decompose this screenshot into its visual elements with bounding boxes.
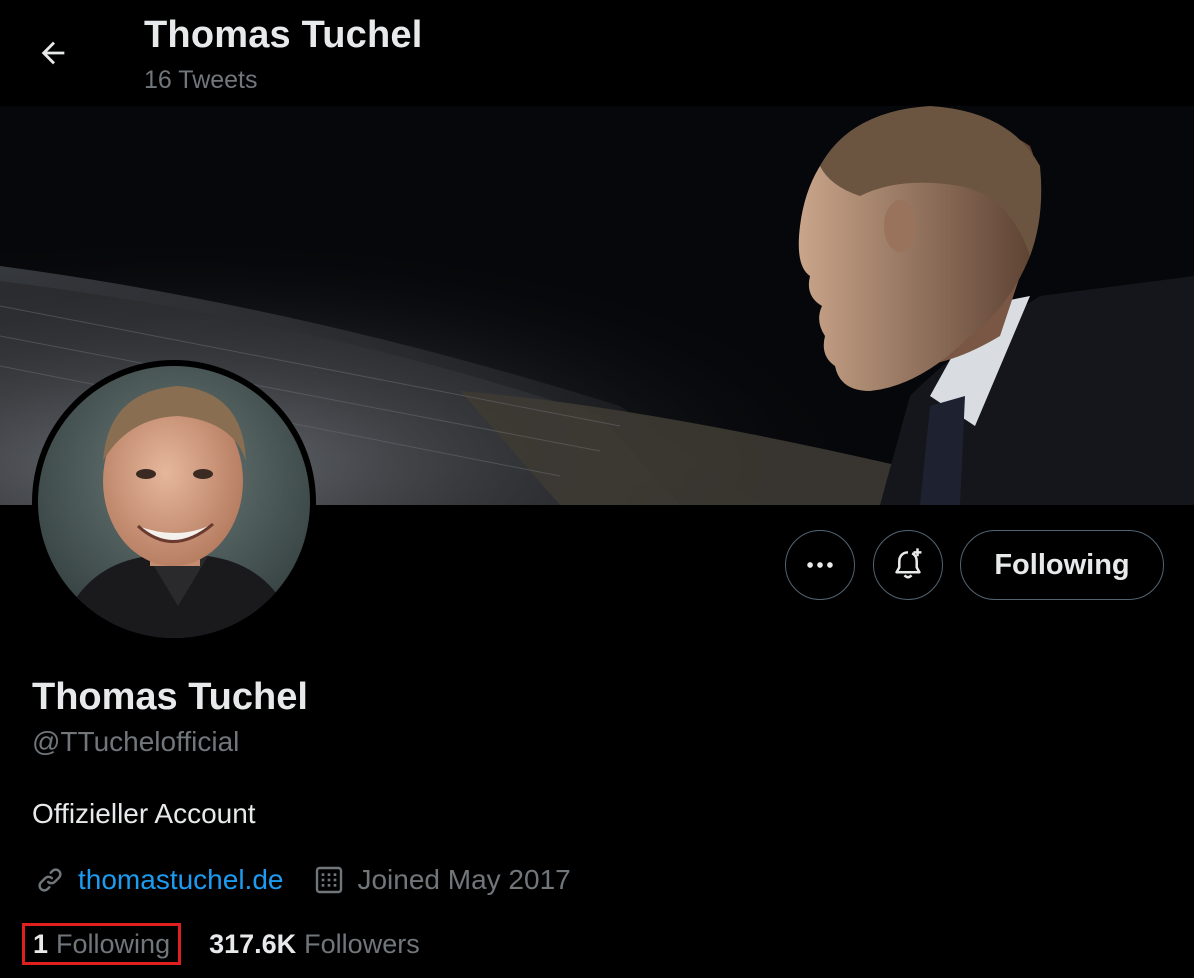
profile-meta: thomastuchel.de Joined May 2017 (32, 860, 571, 900)
header-title: Thomas Tuchel (144, 14, 423, 56)
website-link[interactable]: thomastuchel.de (78, 864, 283, 896)
joined-date: Joined May 2017 (357, 864, 571, 895)
profile-name: Thomas Tuchel (32, 676, 308, 718)
more-button[interactable] (785, 530, 855, 600)
arrow-left-icon (41, 41, 65, 65)
profile-header: Thomas Tuchel 16 Tweets (0, 0, 1194, 106)
following-label: Following (56, 928, 171, 959)
profile-bio: Offizieller Account (32, 798, 256, 829)
back-button[interactable] (22, 22, 84, 84)
tweet-count: 16 Tweets (144, 66, 258, 94)
followers-stat-link[interactable]: 317.6K Followers (209, 929, 420, 960)
link-icon (32, 862, 68, 898)
following-button[interactable]: Following (960, 530, 1164, 600)
followers-count: 317.6K (209, 928, 297, 959)
more-horizontal-icon (807, 562, 833, 568)
profile-stats: 1 Following 317.6K Followers (22, 920, 420, 968)
notifications-button[interactable] (873, 530, 943, 600)
profile-handle: @TTuchelofficial (32, 726, 240, 757)
followers-label: Followers (304, 928, 420, 959)
avatar-image (38, 366, 310, 638)
bell-plus-icon (895, 548, 922, 579)
profile-avatar[interactable] (32, 360, 316, 644)
following-stat-link[interactable]: 1 Following (22, 923, 182, 965)
calendar-icon (311, 862, 347, 898)
following-count: 1 (33, 928, 49, 959)
